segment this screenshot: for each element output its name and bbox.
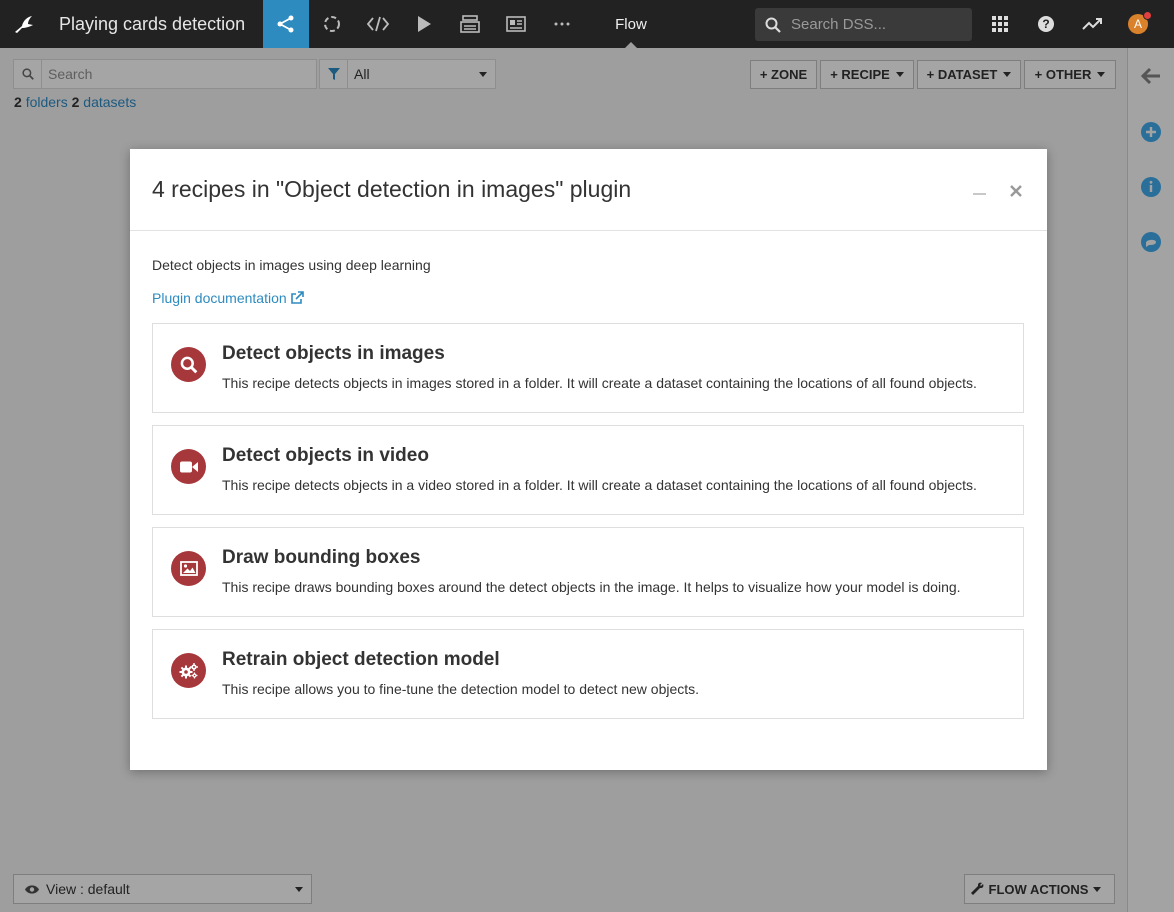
add-recipe-button[interactable]: + RECIPE: [820, 60, 914, 89]
recipe-description: This recipe detects objects in images st…: [222, 375, 977, 391]
search-icon: [14, 60, 42, 88]
recipe-title: Detect objects in images: [222, 343, 445, 364]
add-dataset-label: + DATASET: [926, 67, 998, 82]
info-circle-icon[interactable]: [1139, 175, 1163, 199]
recipe-card-detect-images[interactable]: Detect objects in images This recipe det…: [152, 323, 1024, 413]
flow-counts: 2 folders 2 datasets: [14, 94, 136, 110]
folders-link[interactable]: folders: [26, 94, 68, 110]
chevron-down-icon: [1003, 72, 1012, 77]
recipe-title: Detect objects in video: [222, 445, 429, 466]
user-menu[interactable]: A: [1115, 0, 1161, 48]
project-title[interactable]: Playing cards detection: [59, 14, 245, 35]
flow-actions-button[interactable]: FLOW ACTIONS: [964, 874, 1115, 904]
modal-title: 4 recipes in "Object detection in images…: [152, 176, 632, 202]
recipe-card-retrain-model[interactable]: Retrain object detection model This reci…: [152, 629, 1024, 719]
recipe-description: This recipe draws bounding boxes around …: [222, 579, 961, 595]
close-icon[interactable]: [1008, 183, 1024, 199]
wrench-icon: [970, 882, 983, 895]
plugin-documentation-label: Plugin documentation: [152, 290, 287, 306]
search-icon: [765, 17, 781, 33]
chevron-down-icon: [1097, 72, 1106, 77]
global-search-placeholder: Search DSS...: [791, 16, 887, 33]
recipe-title: Draw bounding boxes: [222, 547, 421, 568]
filter-select[interactable]: All: [319, 59, 496, 89]
apps-grid-icon[interactable]: [977, 0, 1023, 48]
discussion-icon[interactable]: [1139, 230, 1163, 254]
plugin-recipes-modal: 4 recipes in "Object detection in images…: [130, 149, 1047, 770]
play-nav-icon[interactable]: [401, 0, 447, 48]
chevron-down-icon: [895, 72, 904, 77]
plugin-description: Detect objects in images using deep lear…: [152, 257, 431, 273]
filter-icon: [320, 60, 348, 88]
recipe-title: Retrain object detection model: [222, 649, 500, 670]
video-camera-icon: [171, 449, 206, 484]
more-nav-icon[interactable]: [539, 0, 585, 48]
add-zone-button[interactable]: + ZONE: [750, 60, 817, 89]
add-circle-icon[interactable]: [1139, 120, 1163, 144]
flow-nav-icon[interactable]: [263, 0, 310, 48]
view-select-value: View : default: [46, 881, 130, 897]
external-link-icon: [290, 291, 304, 304]
add-other-button[interactable]: + OTHER: [1024, 60, 1116, 89]
current-view-label: Flow: [615, 0, 647, 48]
search-icon: [171, 347, 206, 382]
eye-icon: [25, 884, 39, 894]
recipe-description: This recipe detects objects in a video s…: [222, 477, 977, 493]
dashboard-nav-icon[interactable]: [447, 0, 493, 48]
flow-actions-label: FLOW ACTIONS: [988, 881, 1089, 897]
flow-label-text: Flow: [615, 15, 647, 33]
add-zone-label: + ZONE: [759, 67, 808, 82]
recipe-card-detect-video[interactable]: Detect objects in video This recipe dete…: [152, 425, 1024, 515]
add-dataset-button[interactable]: + DATASET: [917, 60, 1021, 89]
trending-icon[interactable]: [1069, 0, 1115, 48]
dss-logo-icon[interactable]: [0, 0, 48, 48]
chevron-down-icon: [295, 886, 303, 892]
flow-search-input[interactable]: Search: [13, 59, 317, 89]
chevron-down-icon: [1093, 886, 1102, 892]
right-sidebar: [1127, 48, 1174, 912]
datasets-link[interactable]: datasets: [83, 94, 136, 110]
chevron-down-icon: [479, 71, 487, 77]
filter-value: All: [354, 66, 370, 82]
top-navigation-bar: Playing cards detection Flow Search DSS.…: [0, 0, 1174, 48]
avatar[interactable]: A: [1128, 11, 1152, 34]
svg-text:?: ?: [1042, 17, 1049, 31]
back-arrow-icon[interactable]: [1139, 64, 1163, 88]
lab-nav-icon[interactable]: [309, 0, 355, 48]
plugin-documentation-link[interactable]: Plugin documentation: [152, 290, 304, 306]
recipe-card-draw-boxes[interactable]: Draw bounding boxes This recipe draws bo…: [152, 527, 1024, 617]
add-recipe-label: + RECIPE: [830, 67, 890, 82]
folders-count: 2: [14, 94, 22, 110]
gears-icon: [171, 653, 206, 688]
global-search-input[interactable]: Search DSS...: [755, 8, 972, 41]
minimize-icon[interactable]: [973, 193, 986, 195]
view-select[interactable]: View : default: [13, 874, 312, 904]
recipe-description: This recipe allows you to fine-tune the …: [222, 681, 700, 697]
active-view-caret: [624, 42, 637, 48]
flow-search-placeholder: Search: [48, 66, 93, 82]
notification-dot: [1143, 11, 1152, 20]
image-icon: [171, 551, 206, 586]
datasets-count: 2: [71, 94, 80, 110]
wiki-nav-icon[interactable]: [493, 0, 539, 48]
avatar-initial: A: [1133, 17, 1142, 31]
help-icon[interactable]: ?: [1023, 0, 1069, 48]
code-nav-icon[interactable]: [355, 0, 401, 48]
modal-header: 4 recipes in "Object detection in images…: [130, 149, 1047, 231]
add-other-label: + OTHER: [1034, 67, 1092, 82]
